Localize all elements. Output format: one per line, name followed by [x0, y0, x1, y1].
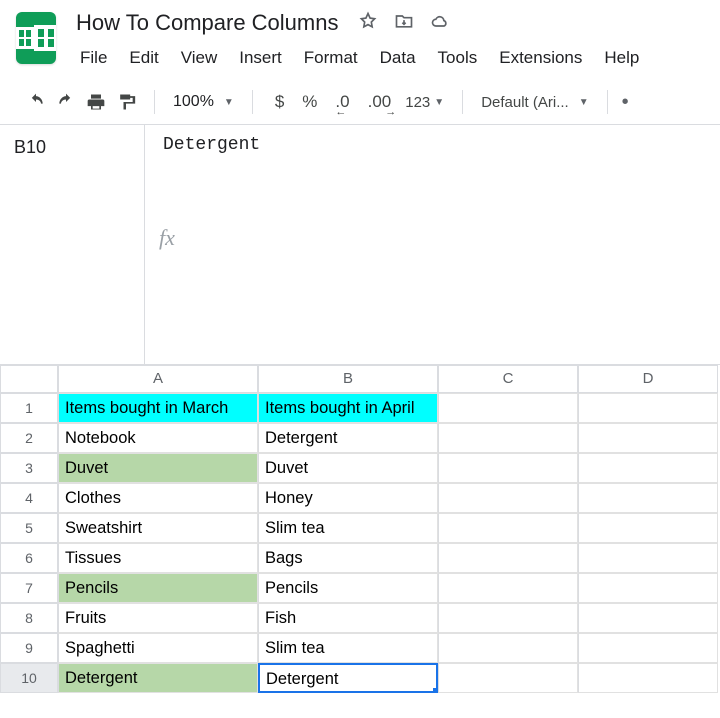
toolbar-overflow[interactable]: • [616, 91, 630, 114]
row-header[interactable]: 3 [0, 453, 58, 483]
col-header-a[interactable]: A [58, 365, 258, 393]
menu-edit[interactable]: Edit [119, 44, 168, 72]
menu-format[interactable]: Format [294, 44, 368, 72]
cell[interactable] [438, 543, 578, 573]
cell[interactable] [438, 453, 578, 483]
print-icon[interactable] [86, 92, 106, 112]
menubar: File Edit View Insert Format Data Tools … [70, 44, 704, 72]
row-header[interactable]: 10 [0, 663, 58, 693]
col-header-b[interactable]: B [258, 365, 438, 393]
cell[interactable] [578, 393, 718, 423]
cell[interactable] [438, 663, 578, 693]
menu-tools[interactable]: Tools [428, 44, 488, 72]
star-icon[interactable] [358, 11, 378, 36]
row-header[interactable]: 1 [0, 393, 58, 423]
col-header-c[interactable]: C [438, 365, 578, 393]
more-formats-button[interactable]: 123▼ [405, 94, 444, 111]
increase-decimal-button[interactable]: .00→ [364, 92, 396, 112]
cell[interactable]: Duvet [258, 453, 438, 483]
cell[interactable]: Slim tea [258, 633, 438, 663]
cell[interactable]: Bags [258, 543, 438, 573]
cell[interactable]: Spaghetti [58, 633, 258, 663]
cell[interactable] [578, 453, 718, 483]
cell[interactable] [578, 573, 718, 603]
cell[interactable]: Clothes [58, 483, 258, 513]
paint-format-icon[interactable] [116, 92, 136, 112]
name-box[interactable]: B10 [0, 125, 145, 364]
menu-file[interactable]: File [70, 44, 117, 72]
font-select[interactable]: Default (Ari...▼ [481, 94, 588, 111]
currency-button[interactable]: $ [271, 92, 288, 112]
col-header-d[interactable]: D [578, 365, 718, 393]
menu-insert[interactable]: Insert [229, 44, 292, 72]
zoom-select[interactable]: 100% ▼ [173, 93, 234, 111]
row-header[interactable]: 6 [0, 543, 58, 573]
cell[interactable] [578, 633, 718, 663]
cell[interactable] [578, 423, 718, 453]
cell[interactable]: Items bought in April [258, 393, 438, 423]
row-header[interactable]: 8 [0, 603, 58, 633]
cell[interactable]: Duvet [58, 453, 258, 483]
redo-icon[interactable] [56, 92, 76, 112]
cell[interactable] [578, 603, 718, 633]
cell[interactable] [438, 633, 578, 663]
cell[interactable]: Fish [258, 603, 438, 633]
menu-view[interactable]: View [171, 44, 228, 72]
decrease-decimal-button[interactable]: .0← [331, 92, 353, 112]
cell[interactable]: Fruits [58, 603, 258, 633]
cell[interactable] [438, 513, 578, 543]
cell[interactable]: Pencils [58, 573, 258, 603]
cell[interactable]: Honey [258, 483, 438, 513]
cell[interactable]: Notebook [58, 423, 258, 453]
cell[interactable] [578, 663, 718, 693]
row-header[interactable]: 9 [0, 633, 58, 663]
cell[interactable]: Slim tea [258, 513, 438, 543]
cell[interactable]: Detergent [58, 663, 258, 693]
menu-extensions[interactable]: Extensions [489, 44, 592, 72]
cell[interactable] [578, 483, 718, 513]
toolbar: 100% ▼ $ % .0← .00→ 123▼ Default (Ari...… [0, 80, 720, 125]
spreadsheet-grid[interactable]: ABCD 1Items bought in MarchItems bought i… [0, 365, 720, 693]
menu-help[interactable]: Help [594, 44, 649, 72]
sheets-logo[interactable] [16, 12, 56, 64]
row-header[interactable]: 7 [0, 573, 58, 603]
cell[interactable] [438, 393, 578, 423]
undo-icon[interactable] [26, 92, 46, 112]
formula-bar-value[interactable]: Detergent [145, 125, 720, 165]
cell[interactable]: Items bought in March [58, 393, 258, 423]
cell[interactable]: Tissues [58, 543, 258, 573]
cell[interactable]: Pencils [258, 573, 438, 603]
cell[interactable] [438, 483, 578, 513]
move-icon[interactable] [394, 11, 414, 36]
row-header[interactable]: 4 [0, 483, 58, 513]
row-header[interactable]: 5 [0, 513, 58, 543]
cell[interactable] [578, 513, 718, 543]
fx-icon: fx [145, 165, 720, 311]
row-header[interactable]: 2 [0, 423, 58, 453]
cell[interactable] [438, 603, 578, 633]
cell[interactable]: Detergent [258, 663, 438, 693]
doc-title[interactable]: How To Compare Columns [70, 8, 344, 38]
cell[interactable] [578, 543, 718, 573]
cell[interactable] [438, 573, 578, 603]
cell[interactable]: Sweatshirt [58, 513, 258, 543]
menu-data[interactable]: Data [370, 44, 426, 72]
cloud-icon[interactable] [430, 11, 450, 36]
cell[interactable] [438, 423, 578, 453]
cell[interactable]: Detergent [258, 423, 438, 453]
percent-button[interactable]: % [298, 92, 321, 112]
